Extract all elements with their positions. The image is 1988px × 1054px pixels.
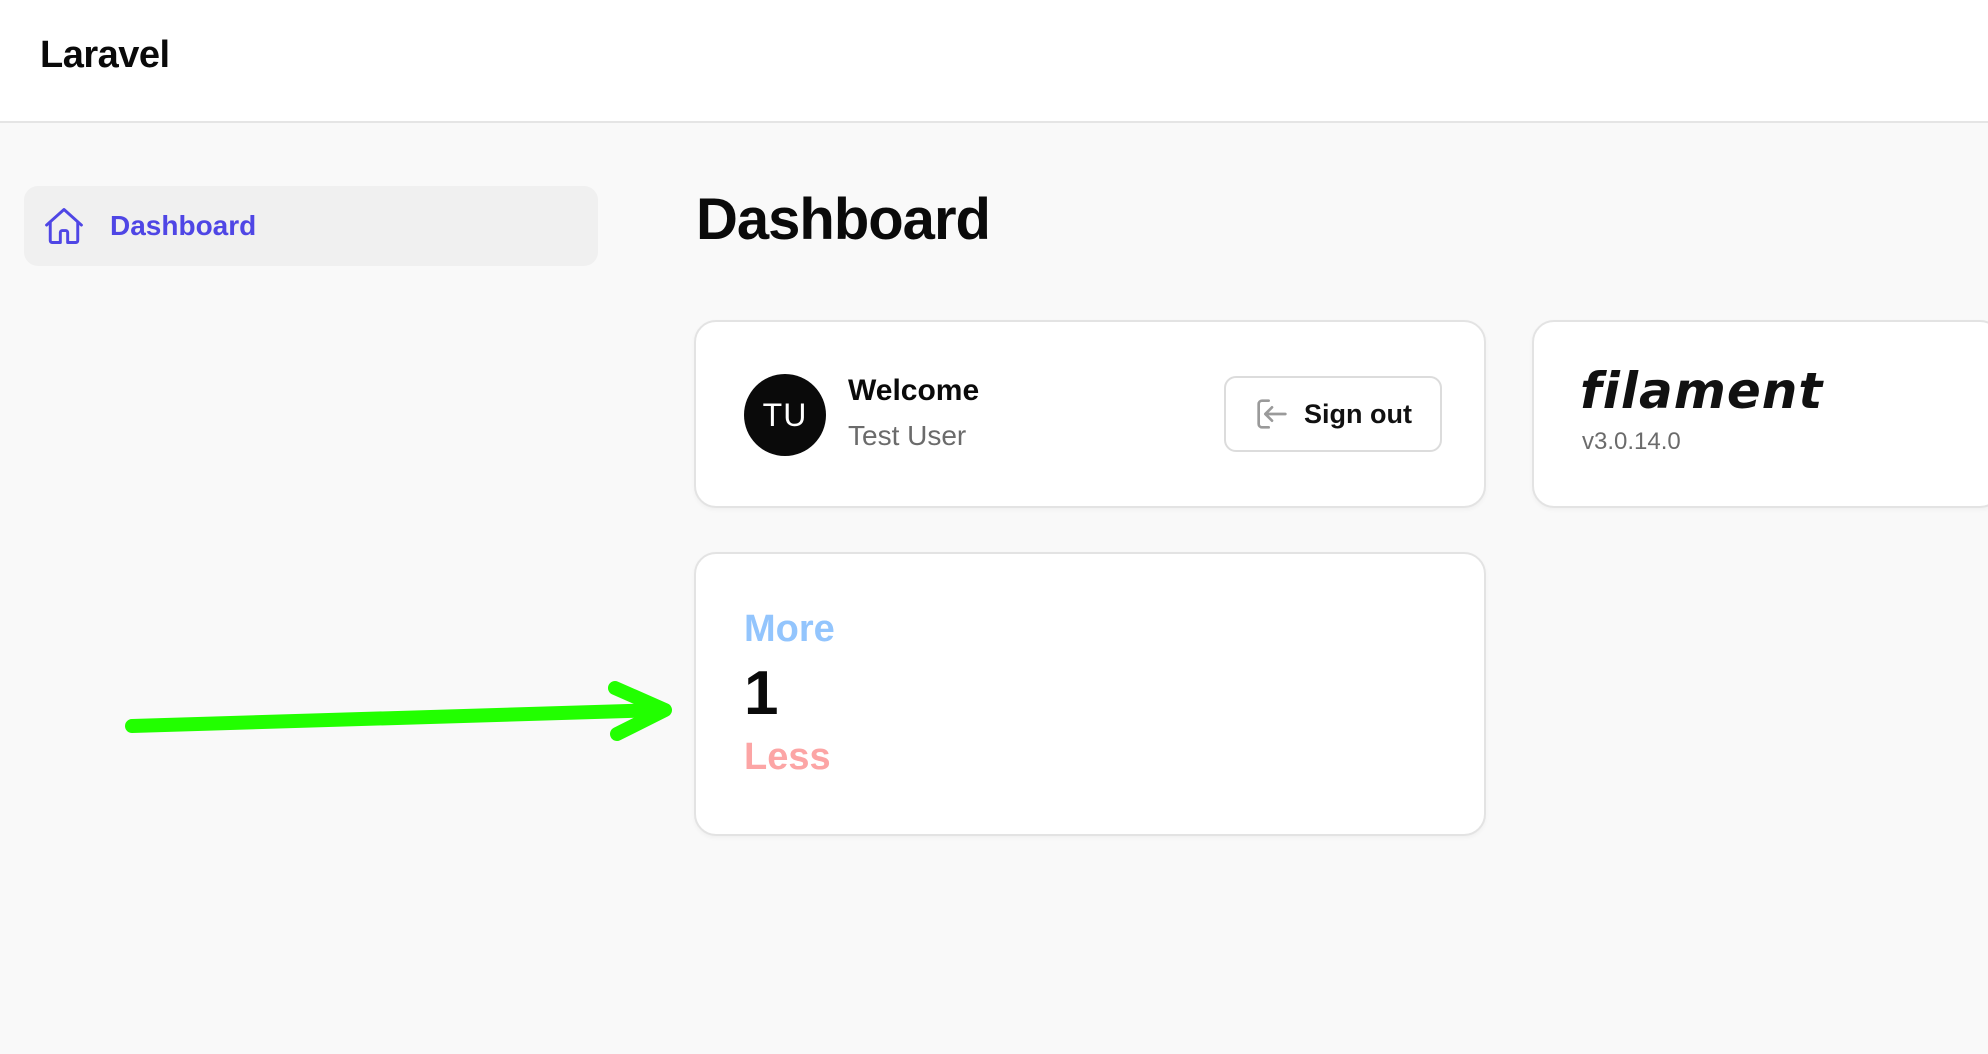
annotation-arrow-icon — [125, 681, 672, 741]
filament-logo[interactable]: filament — [1580, 362, 1823, 420]
top-bar: Laravel — [0, 0, 1988, 123]
filament-version: v3.0.14.0 — [1582, 428, 1681, 455]
account-widget: TU Welcome Test User Sign out — [694, 320, 1486, 508]
home-icon — [42, 204, 86, 248]
stat-value: 1 — [744, 659, 779, 728]
sign-out-label: Sign out — [1304, 398, 1412, 429]
stat-widget: More 1 Less — [694, 552, 1486, 836]
avatar: TU — [744, 374, 826, 456]
page-title: Dashboard — [696, 187, 991, 252]
welcome-heading: Welcome — [848, 374, 980, 407]
filament-info-widget: filament v3.0.14.0 — [1532, 320, 1988, 508]
sidebar-item-label: Dashboard — [110, 210, 257, 241]
stat-more-label: More — [744, 608, 835, 650]
sidebar-item-dashboard[interactable]: Dashboard — [24, 186, 598, 266]
brand-logo-text[interactable]: Laravel — [40, 34, 170, 77]
stat-less-label: Less — [744, 736, 831, 778]
sign-out-icon — [1252, 394, 1292, 434]
sign-out-button[interactable]: Sign out — [1224, 376, 1442, 452]
user-name: Test User — [848, 420, 967, 451]
